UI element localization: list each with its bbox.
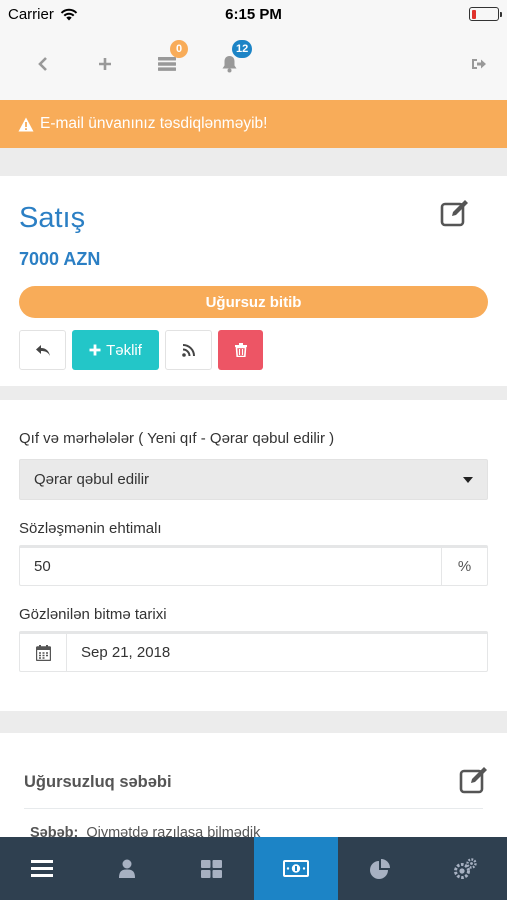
trash-icon xyxy=(234,343,247,357)
plus-icon xyxy=(99,58,111,70)
probability-input[interactable]: 50 xyxy=(20,548,441,585)
notifications-button[interactable]: 12 xyxy=(198,40,260,84)
close-date-label: Gözlənilən bitmə tarixi xyxy=(19,606,167,623)
tasks-icon xyxy=(158,57,176,71)
percent-addon: % xyxy=(441,548,487,585)
pipeline-stage-value: Qərar qəbul edilir xyxy=(34,471,150,488)
battery-icon xyxy=(469,7,502,21)
back-button[interactable] xyxy=(12,44,74,84)
reply-icon xyxy=(35,344,50,356)
delete-button[interactable] xyxy=(218,330,263,370)
close-date-input[interactable]: Sep 21, 2018 xyxy=(67,634,487,671)
tasks-badge: 0 xyxy=(170,40,188,58)
caret-down-icon xyxy=(463,476,473,483)
bottom-tab-bar xyxy=(0,837,507,900)
calendar-icon xyxy=(35,644,51,661)
money-icon xyxy=(282,860,309,877)
email-warning-alert: E-mail ünvanınız təsdiqlənməyib! xyxy=(0,100,507,148)
alert-text: E-mail ünvanınız təsdiqlənməyib! xyxy=(40,115,268,132)
top-nav: 0 12 xyxy=(0,28,507,100)
add-offer-button[interactable]: Təklif xyxy=(72,330,159,370)
notifications-badge: 12 xyxy=(232,40,253,58)
probability-label: Sözləşmənin ehtimalı xyxy=(19,520,162,537)
pie-chart-icon xyxy=(370,858,391,879)
tab-menu[interactable] xyxy=(0,837,85,900)
feed-button[interactable] xyxy=(165,330,212,370)
failure-reason-title: Uğursuzluq səbəbi xyxy=(24,733,483,809)
probability-input-group: 50 % xyxy=(19,545,488,586)
edit-icon[interactable] xyxy=(459,765,489,795)
deal-form: Qıf və mərhələlər ( Yeni qıf - Qərar qəb… xyxy=(0,400,507,711)
deal-amount: 7000 AZN xyxy=(19,249,101,269)
bell-icon xyxy=(222,56,236,73)
chevron-left-icon xyxy=(38,57,47,71)
edit-icon[interactable] xyxy=(440,198,470,228)
menu-icon xyxy=(31,860,54,877)
status-left: Carrier xyxy=(8,6,78,23)
pipeline-stage-select[interactable]: Qərar qəbul edilir xyxy=(19,459,488,500)
close-date-input-group: Sep 21, 2018 xyxy=(19,631,488,672)
grid-icon xyxy=(200,859,222,878)
tab-settings[interactable] xyxy=(423,837,507,900)
plus-icon xyxy=(89,344,101,356)
status-bar: Carrier 6:15 PM xyxy=(0,0,507,28)
tab-contacts[interactable] xyxy=(85,837,170,900)
tasks-button[interactable]: 0 xyxy=(136,40,198,84)
tab-deals[interactable] xyxy=(253,837,338,900)
deal-actions: Təklif xyxy=(19,330,488,370)
pipeline-label: Qıf və mərhələlər ( Yeni qıf - Qərar qəb… xyxy=(19,430,335,447)
warning-icon xyxy=(18,117,34,131)
tab-reports[interactable] xyxy=(338,837,423,900)
logout-button[interactable] xyxy=(459,44,499,84)
add-button[interactable] xyxy=(74,44,136,84)
sign-out-icon xyxy=(472,59,486,69)
tab-dashboard[interactable] xyxy=(169,837,254,900)
calendar-button[interactable] xyxy=(20,634,67,671)
offer-label: Təklif xyxy=(106,341,142,359)
user-icon xyxy=(118,859,135,878)
carrier-label: Carrier xyxy=(8,5,54,23)
settings-icon xyxy=(453,857,477,879)
wifi-icon xyxy=(60,8,78,20)
deal-status-badge: Uğursuz bitib xyxy=(19,286,488,318)
reply-button[interactable] xyxy=(19,330,66,370)
deal-title: Satış xyxy=(19,202,86,234)
deal-card: Satış 7000 AZN Uğursuz bitib Təklif xyxy=(0,176,507,386)
rss-icon xyxy=(182,343,195,357)
